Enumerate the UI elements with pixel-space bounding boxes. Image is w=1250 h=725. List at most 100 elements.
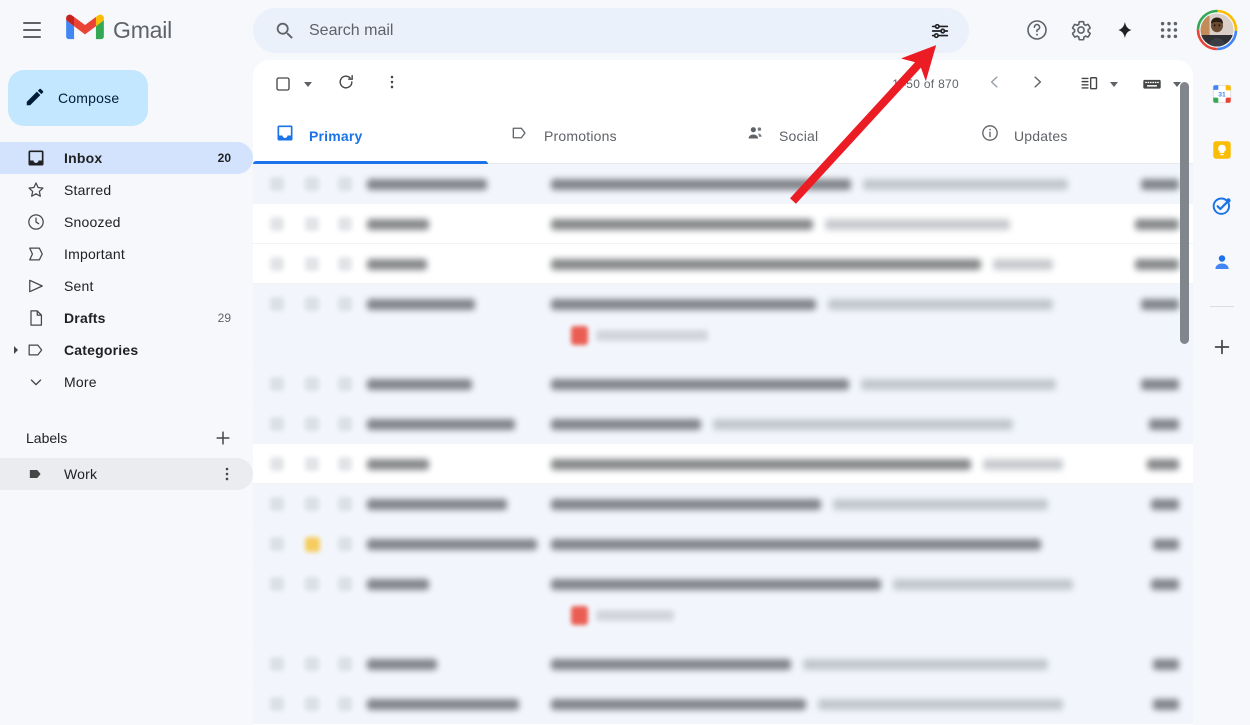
checkbox-icon[interactable] [270,497,284,511]
mail-list-scrollbar[interactable] [1179,72,1190,617]
checkbox-icon[interactable] [270,177,284,191]
table-row[interactable] [253,404,1193,444]
plus-icon[interactable] [207,422,239,454]
row-star[interactable] [295,444,329,484]
star-icon[interactable] [305,257,319,271]
important-icon[interactable] [338,577,352,591]
row-checkbox[interactable] [259,444,295,484]
important-icon[interactable] [338,217,352,231]
table-row[interactable] [253,484,1193,524]
sidebar-label-work[interactable]: Work [0,458,253,490]
chevron-right-icon[interactable] [10,344,22,356]
row-checkbox[interactable] [259,684,295,724]
table-row[interactable] [253,524,1193,564]
tab-updates[interactable]: Updates [958,108,1193,163]
important-icon[interactable] [338,257,352,271]
row-important-marker[interactable] [329,404,361,444]
sidebar-item-more[interactable]: More [0,366,253,398]
row-important-marker[interactable] [329,684,361,724]
help-circle-icon[interactable] [1016,9,1058,51]
refresh-button[interactable] [326,64,366,104]
row-checkbox[interactable] [259,204,295,244]
prev-page-button[interactable] [975,64,1015,104]
search-input[interactable] [303,21,921,40]
sidebar-item-starred[interactable]: Starred [0,174,253,206]
row-checkbox[interactable] [259,564,295,604]
calendar-app-button[interactable]: 31 [1202,76,1242,116]
table-row[interactable] [253,444,1193,484]
row-star[interactable] [295,364,329,404]
checkbox-icon[interactable] [270,417,284,431]
row-star[interactable] [295,244,329,284]
row-star[interactable] [295,204,329,244]
next-page-button[interactable] [1017,64,1057,104]
row-important-marker[interactable] [329,244,361,284]
sidebar-item-inbox[interactable]: Inbox 20 [0,142,253,174]
important-icon[interactable] [338,457,352,471]
row-checkbox[interactable] [259,644,295,684]
scrollbar-thumb[interactable] [1180,82,1189,344]
row-star[interactable] [295,684,329,724]
row-important-marker[interactable] [329,564,361,604]
row-important-marker[interactable] [329,204,361,244]
row-important-marker[interactable] [329,524,361,564]
sidebar-item-snoozed[interactable]: Snoozed [0,206,253,238]
table-row[interactable] [253,284,1193,364]
checkbox-icon[interactable] [270,577,284,591]
tune-filter-icon[interactable] [921,12,959,50]
star-icon[interactable] [304,536,320,552]
important-icon[interactable] [338,417,352,431]
compose-button[interactable]: Compose [8,70,148,126]
row-star[interactable] [295,644,329,684]
row-important-marker[interactable] [329,644,361,684]
gmail-logo-brand[interactable]: Gmail [66,13,172,47]
search-box[interactable] [253,8,969,53]
tab-promotions[interactable]: Promotions [488,108,723,163]
row-checkbox[interactable] [259,164,295,204]
gear-icon[interactable] [1060,9,1102,51]
select-all-control[interactable] [263,64,312,104]
sidebar-item-categories[interactable]: Categories [0,334,253,366]
star-icon[interactable] [305,497,319,511]
grid-apps-icon[interactable] [1148,9,1190,51]
row-checkbox[interactable] [259,284,295,324]
row-important-marker[interactable] [329,164,361,204]
star-icon[interactable] [305,297,319,311]
avatar[interactable] [1194,7,1240,53]
table-row[interactable] [253,164,1193,204]
attachment-chip[interactable] [571,606,674,625]
row-checkbox[interactable] [259,404,295,444]
split-pane-control[interactable] [1069,64,1118,104]
chevron-down-icon[interactable] [304,81,312,87]
checkbox-icon[interactable] [270,657,284,671]
attachment-chip[interactable] [571,326,708,345]
split-pane-icon[interactable] [1069,64,1109,104]
add-app-button[interactable] [1202,329,1242,369]
star-icon[interactable] [305,177,319,191]
sidebar-item-sent[interactable]: Sent [0,270,253,302]
row-important-marker[interactable] [329,484,361,524]
table-row[interactable] [253,244,1193,284]
chevron-down-icon[interactable] [1110,81,1118,87]
row-star[interactable] [295,284,329,324]
row-checkbox[interactable] [259,244,295,284]
star-icon[interactable] [305,457,319,471]
important-icon[interactable] [338,537,352,551]
row-star[interactable] [295,484,329,524]
tab-social[interactable]: Social [723,108,958,163]
checkbox-icon[interactable] [263,64,303,104]
row-checkbox[interactable] [259,364,295,404]
important-icon[interactable] [338,657,352,671]
more-vertical-icon[interactable] [215,462,239,486]
important-icon[interactable] [338,297,352,311]
tab-primary[interactable]: Primary [253,108,488,164]
row-checkbox[interactable] [259,484,295,524]
row-star[interactable] [295,524,329,564]
hamburger-icon[interactable] [12,10,52,50]
star-icon[interactable] [305,577,319,591]
checkbox-icon[interactable] [270,297,284,311]
star-icon[interactable] [305,697,319,711]
keyboard-icon[interactable] [1132,64,1172,104]
row-important-marker[interactable] [329,364,361,404]
table-row[interactable] [253,644,1193,684]
